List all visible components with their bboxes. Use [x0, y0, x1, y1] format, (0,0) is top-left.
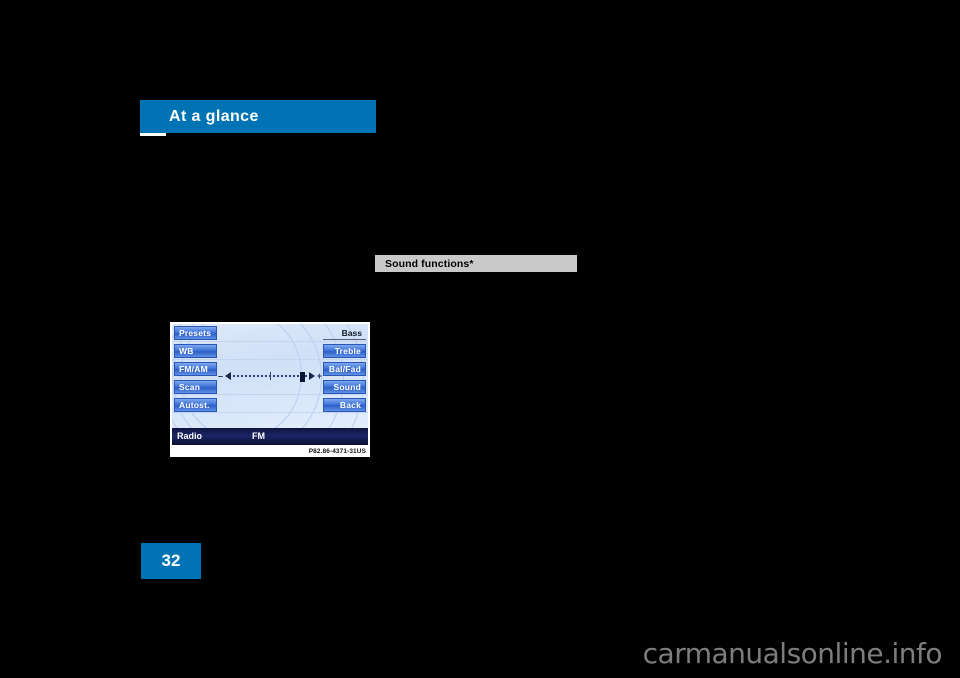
chapter-header-notch — [140, 133, 166, 136]
watermark-text: carmanualsonline.info — [642, 637, 943, 670]
status-band-label: FM — [252, 431, 265, 441]
figure-radio-sound-display: Presets WB FM/AM Scan Autost. Bass Trebl… — [170, 322, 370, 457]
slider-center-tick-icon — [269, 372, 271, 380]
softkey-fm-am-label: FM/AM — [179, 364, 208, 374]
page-number-text: 32 — [161, 551, 181, 570]
softkey-wb-label: WB — [179, 346, 194, 356]
softkey-treble-label: Treble — [334, 346, 361, 356]
slider-minus-label: – — [218, 370, 224, 381]
slider-thumb[interactable] — [299, 372, 305, 382]
screen-divider — [172, 359, 368, 360]
softkey-sound-label: Sound — [333, 382, 361, 392]
softkey-bal-fad-label: Bal/Fad — [328, 364, 361, 374]
chapter-header-bar: At a glance — [140, 100, 376, 136]
softkey-scan[interactable]: Scan — [174, 380, 217, 394]
section-label-bar: Sound functions* — [375, 255, 577, 272]
softkey-bass-selected[interactable]: Bass — [323, 326, 366, 340]
softkey-bass-label: Bass — [341, 327, 362, 338]
page-number-badge: 32 — [141, 543, 201, 579]
bass-level-slider[interactable]: – + — [218, 368, 322, 384]
speaker-left-icon — [225, 372, 232, 380]
softkey-autostore[interactable]: Autost. — [174, 398, 217, 412]
section-label-text: Sound functions* — [385, 257, 474, 270]
softkey-sound[interactable]: Sound — [323, 380, 366, 394]
softkey-back[interactable]: Back — [323, 398, 366, 412]
figure-caption: P82.86-4371-31US — [308, 448, 366, 455]
softkey-back-label: Back — [339, 400, 361, 410]
speaker-right-icon — [308, 372, 315, 380]
softkey-treble[interactable]: Treble — [323, 344, 366, 358]
status-source-label: Radio — [177, 431, 203, 441]
screen-divider — [172, 412, 368, 413]
chapter-title: At a glance — [169, 107, 259, 125]
radio-status-bar: Radio FM — [172, 428, 368, 445]
slider-track[interactable] — [233, 371, 307, 382]
softkey-presets-label: Presets — [179, 328, 212, 338]
softkey-bal-fad[interactable]: Bal/Fad — [323, 362, 366, 376]
softkey-wb[interactable]: WB — [174, 344, 217, 358]
softkey-scan-label: Scan — [179, 382, 201, 392]
screen-divider — [172, 341, 368, 342]
softkey-autostore-label: Autost. — [179, 400, 210, 410]
slider-plus-label: + — [316, 370, 322, 381]
softkey-presets[interactable]: Presets — [174, 326, 217, 340]
softkey-fm-am[interactable]: FM/AM — [174, 362, 217, 376]
screen-divider — [172, 394, 368, 395]
radio-screen: Presets WB FM/AM Scan Autost. Bass Trebl… — [172, 324, 368, 428]
